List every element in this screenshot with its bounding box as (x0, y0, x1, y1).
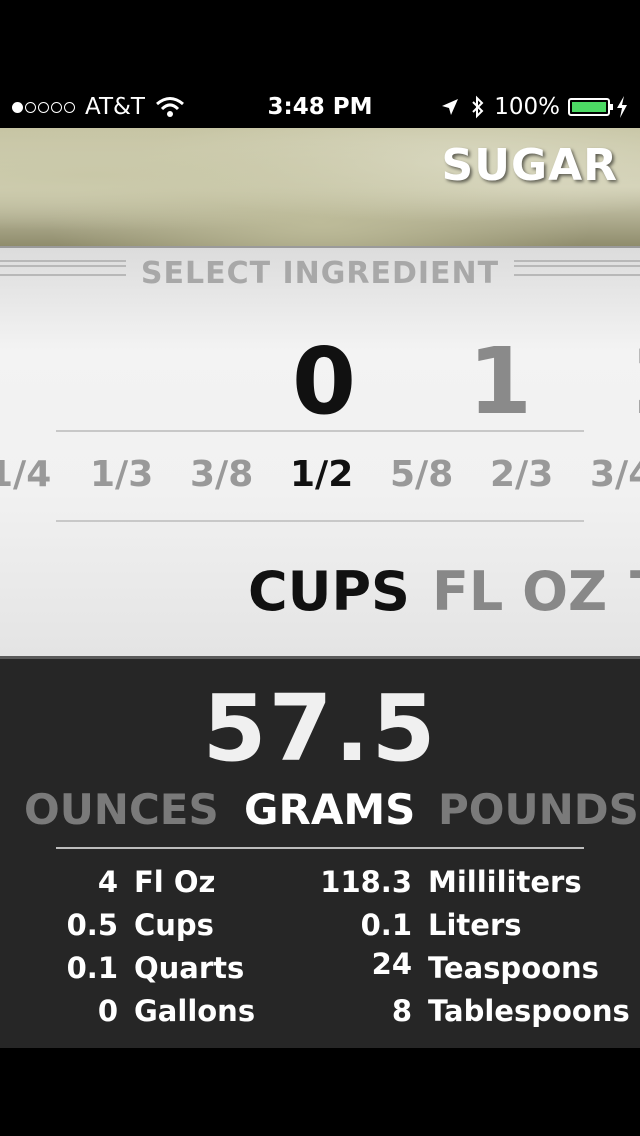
conversion-unit: Fl Oz (134, 865, 216, 899)
fraction-selected[interactable]: 1/2 (290, 454, 353, 495)
conversion-value: 0.1 (66, 951, 118, 985)
divider (56, 520, 584, 522)
weight-result: 57.5 (202, 675, 438, 782)
conversion-row: 0.5 Cups 0.1 Liters (0, 908, 640, 948)
fraction-option[interactable]: 5/8 (390, 454, 453, 495)
conversion-row: 0 Gallons 8 Tablespoons (0, 994, 640, 1034)
fraction-option[interactable]: 1/3 (90, 454, 153, 495)
conversion-unit: Quarts (134, 951, 245, 985)
whole-number-option-partial[interactable]: 2 (632, 328, 640, 435)
conversion-unit: Teaspoons (428, 951, 599, 985)
weight-unit-pounds[interactable]: POUNDS (438, 785, 639, 834)
conversion-row: 0.1 Quarts 24 Teaspoons (0, 947, 640, 991)
fraction-option[interactable]: 3/8 (190, 454, 253, 495)
conversion-value: 0.1 (360, 908, 412, 942)
measure-selector: SELECT INGREDIENT 0 1 2 1/4 1/3 3/8 1/2 … (0, 246, 640, 656)
volume-unit-option[interactable]: FL OZ (432, 560, 607, 623)
volume-unit-option-partial[interactable]: T (630, 560, 640, 623)
conversion-value: 8 (391, 994, 412, 1028)
bluetooth-icon (472, 95, 484, 119)
conversion-value: 0.5 (66, 908, 118, 942)
volume-unit-selected[interactable]: CUPS (248, 560, 410, 623)
fraction-option[interactable]: 1/4 (0, 454, 51, 495)
location-arrow-icon (442, 99, 459, 115)
conversion-value: 118.3 (320, 865, 412, 899)
status-right: 100% (440, 94, 628, 120)
status-bar: AT&T 3:48 PM 100% (0, 90, 640, 128)
battery-percent: 100% (494, 94, 560, 120)
battery-icon (568, 98, 613, 116)
charging-bolt-icon (617, 96, 627, 118)
conversion-value: 24 (371, 947, 412, 981)
conversion-unit: Gallons (134, 994, 256, 1028)
conversion-unit: Cups (134, 908, 214, 942)
conversion-unit: Liters (428, 908, 522, 942)
divider (56, 430, 584, 432)
weight-unit-ounces[interactable]: OUNCES (24, 785, 219, 834)
whole-number-selected[interactable]: 0 (292, 328, 356, 435)
conversion-value: 0 (97, 994, 118, 1028)
conversion-unit: Milliliters (428, 865, 582, 899)
whole-number-option[interactable]: 1 (468, 328, 532, 435)
fraction-option[interactable]: 2/3 (490, 454, 553, 495)
ingredient-title: SUGAR (441, 140, 618, 191)
conversion-unit: Tablespoons (428, 994, 630, 1028)
weight-unit-grams[interactable]: GRAMS (244, 785, 415, 834)
divider (56, 847, 584, 849)
fraction-option[interactable]: 3/4 (590, 454, 640, 495)
results-panel: 57.5 OUNCES GRAMS POUNDS 4 Fl Oz 118.3 M… (0, 656, 640, 1048)
select-ingredient-button[interactable]: SELECT INGREDIENT (0, 256, 640, 291)
conversion-value: 4 (97, 865, 118, 899)
ingredient-banner[interactable]: SUGAR (0, 128, 640, 246)
conversion-row: 4 Fl Oz 118.3 Milliliters (0, 865, 640, 905)
